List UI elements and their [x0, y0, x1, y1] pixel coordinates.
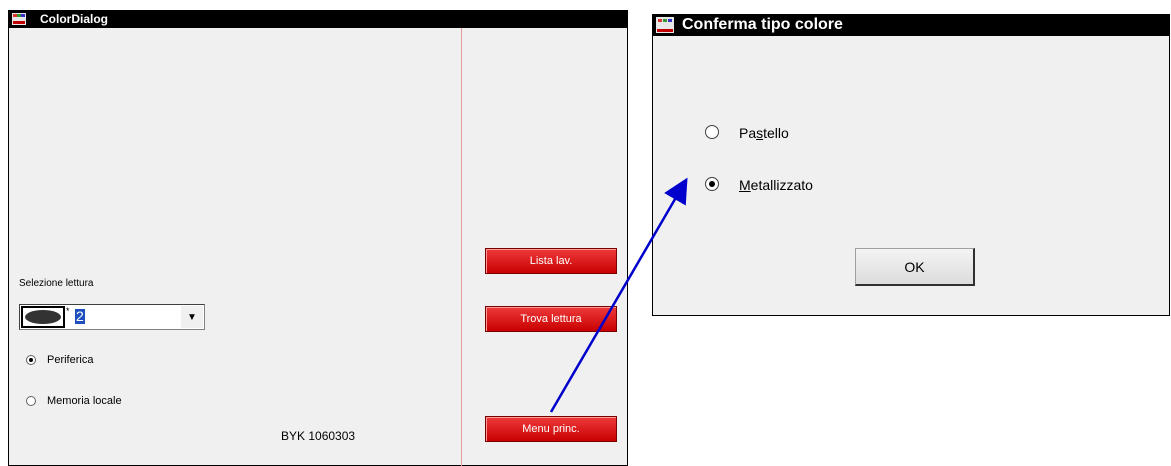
- annotation-arrow: [549, 177, 688, 413]
